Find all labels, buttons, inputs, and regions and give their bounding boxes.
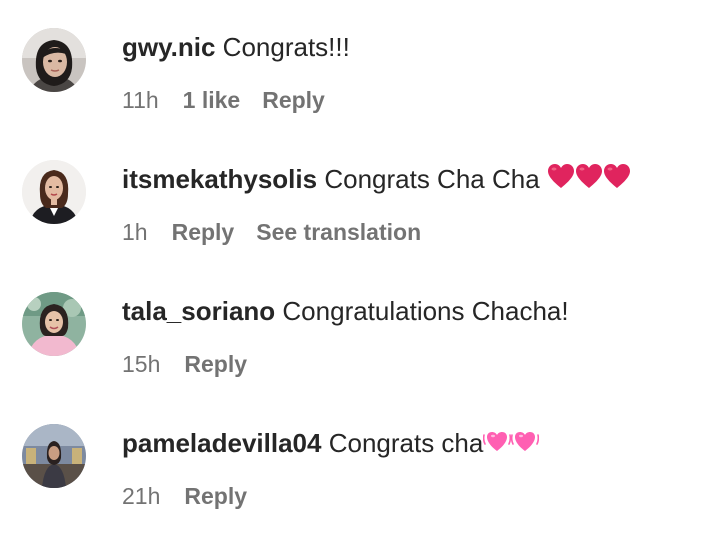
reply-button[interactable]: Reply — [184, 483, 247, 509]
comment-username[interactable]: tala_soriano — [122, 296, 275, 326]
comment-text: Congratulations Chacha! — [282, 296, 569, 326]
comments-list: gwy.nic Congrats!!! 11h 1 like Reply itsme… — [0, 0, 726, 532]
avatar-image-tala-soriano — [22, 292, 86, 356]
red-heart-icon — [547, 163, 631, 191]
comment-text: Congrats Cha Cha — [324, 164, 540, 194]
comment-meta: 1h Reply See translation — [122, 218, 443, 246]
comment-likes[interactable]: 1 like — [183, 87, 241, 113]
avatar[interactable] — [22, 424, 86, 488]
reply-button[interactable]: Reply — [172, 219, 235, 245]
comment-meta: 11h 1 like Reply — [122, 86, 347, 114]
avatar[interactable] — [22, 160, 86, 224]
comment-username[interactable]: gwy.nic — [122, 32, 215, 62]
see-translation-button[interactable]: See translation — [256, 219, 421, 245]
avatar[interactable] — [22, 28, 86, 92]
avatar-image-itsmekathysolis — [22, 160, 86, 224]
comment-text: Congrats cha — [328, 428, 484, 458]
comment-text-line: itsmekathysolis Congrats Cha Cha — [122, 162, 631, 196]
comment-time[interactable]: 21h — [122, 483, 160, 509]
comment-meta: 15h Reply — [122, 350, 269, 378]
avatar-image-gwy-nic — [22, 28, 86, 92]
comment-username[interactable]: pameladevilla04 — [122, 428, 321, 458]
comment-text-line: tala_soriano Congratulations Chacha! — [122, 294, 569, 328]
comment-item: pameladevilla04 Congrats cha 21h Reply — [0, 424, 726, 544]
comment-text-line: gwy.nic Congrats!!! — [122, 30, 350, 64]
avatar[interactable] — [22, 292, 86, 356]
comment-text: Congrats!!! — [222, 32, 350, 62]
comment-time[interactable]: 15h — [122, 351, 160, 377]
comment-time[interactable]: 11h — [122, 87, 159, 113]
comment-username[interactable]: itsmekathysolis — [122, 164, 317, 194]
reply-button[interactable]: Reply — [184, 351, 247, 377]
comment-item: gwy.nic Congrats!!! 11h 1 like Reply — [0, 28, 726, 148]
comment-text-line: pameladevilla04 Congrats cha — [122, 426, 540, 460]
avatar-image-pameladevilla04 — [22, 424, 86, 488]
beating-heart-icon — [483, 427, 540, 455]
comment-item: tala_soriano Congratulations Chacha! 15h… — [0, 292, 726, 412]
comment-item: itsmekathysolis Congrats Cha Cha 1h Repl… — [0, 160, 726, 280]
comment-meta: 21h Reply — [122, 482, 269, 510]
comment-time[interactable]: 1h — [122, 219, 148, 245]
reply-button[interactable]: Reply — [262, 87, 325, 113]
